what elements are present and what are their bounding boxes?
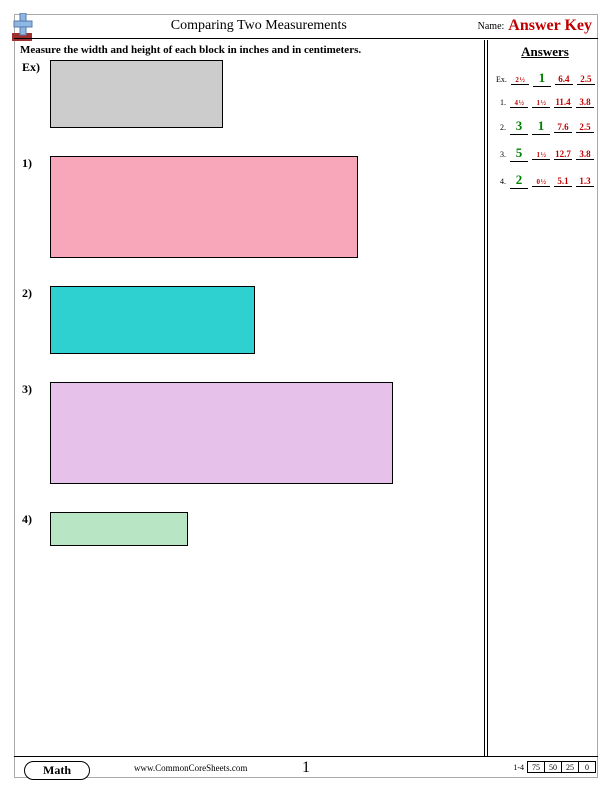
answer-value: 3 xyxy=(510,118,528,135)
logo-icon xyxy=(12,13,40,41)
answer-row: Ex. 2 ½ 1 6.4 2.5 xyxy=(496,70,594,87)
main-column: Measure the width and height of each blo… xyxy=(14,40,482,756)
answer-row: 3. 5 1 ½ 12.7 3.8 xyxy=(496,145,594,162)
answer-value: 5.1 xyxy=(554,176,572,187)
problem: 2) xyxy=(18,286,478,354)
footer-range: 1-4 xyxy=(513,763,524,772)
answer-row: 4. 2 0 ½ 5.1 1.3 xyxy=(496,172,594,189)
measurement-block xyxy=(50,60,223,128)
problem: 4) xyxy=(18,512,478,546)
answer-value: 1 ½ xyxy=(532,151,550,160)
answer-value: 6.4 xyxy=(555,74,573,85)
answer-row-number: 1. xyxy=(496,98,506,107)
header: Comparing Two Measurements Name: Answer … xyxy=(14,14,598,38)
problem-label: 3) xyxy=(22,382,32,397)
answer-value: 4 ½ xyxy=(510,99,528,108)
problem-label: 1) xyxy=(22,156,32,171)
answer-value: 1 xyxy=(532,118,550,135)
score-box: 25 xyxy=(561,761,579,773)
answer-row-number: Ex. xyxy=(496,75,507,84)
problem-label: 2) xyxy=(22,286,32,301)
problems-container: Ex) 1) 2) 3) 4) xyxy=(18,60,478,546)
answer-value: 3.8 xyxy=(576,97,594,108)
problem: Ex) xyxy=(18,60,478,128)
measurement-block xyxy=(50,286,255,354)
answer-row-number: 4. xyxy=(496,177,506,186)
answer-value: 2 ½ xyxy=(511,76,529,85)
answer-value: 2 xyxy=(510,172,528,189)
name-label: Name: xyxy=(478,21,505,32)
problem: 1) xyxy=(18,156,478,258)
answer-value: 0 ½ xyxy=(532,178,550,187)
answer-value: 3.8 xyxy=(576,149,594,160)
answer-value: 12.7 xyxy=(554,149,572,160)
name-value: Answer Key xyxy=(508,17,592,35)
footer: Math www.CommonCoreSheets.com 1 1-4 7550… xyxy=(14,756,598,778)
answer-row: 2. 31 7.6 2.5 xyxy=(496,118,594,135)
answers-column: Answers Ex.2 ½16.42.51.4 ½1 ½11.43.82.31… xyxy=(492,40,598,756)
score-box: 75 xyxy=(527,761,545,773)
answers-container: Ex.2 ½16.42.51.4 ½1 ½11.43.82.317.62.53.… xyxy=(496,70,594,189)
score-box: 50 xyxy=(544,761,562,773)
answer-row: 1. 4 ½ 1 ½ 11.4 3.8 xyxy=(496,97,594,108)
header-underline xyxy=(14,38,598,39)
answer-value: 7.6 xyxy=(554,122,572,133)
answer-row-number: 2. xyxy=(496,123,506,132)
measurement-block xyxy=(50,156,358,258)
answers-title: Answers xyxy=(496,44,594,60)
footer-subject: Math xyxy=(24,761,90,780)
answer-value: 1 ½ xyxy=(532,99,550,108)
answer-value: 1.3 xyxy=(576,176,594,187)
worksheet-page: Comparing Two Measurements Name: Answer … xyxy=(0,0,612,792)
problem-label: 4) xyxy=(22,512,32,527)
page-title: Comparing Two Measurements xyxy=(40,18,478,34)
instructions: Measure the width and height of each blo… xyxy=(18,44,478,56)
measurement-block xyxy=(50,512,188,546)
measurement-block xyxy=(50,382,393,484)
answer-row-number: 3. xyxy=(496,150,506,159)
score-box: 0 xyxy=(578,761,596,773)
answer-value: 5 xyxy=(510,145,528,162)
column-separator xyxy=(484,40,488,756)
footer-scores: 1-4 7550250 xyxy=(513,761,596,773)
answer-value: 2.5 xyxy=(576,122,594,133)
problem: 3) xyxy=(18,382,478,484)
answer-value: 2.5 xyxy=(577,74,595,85)
answer-value: 11.4 xyxy=(554,97,572,108)
footer-site: www.CommonCoreSheets.com xyxy=(134,763,247,773)
answer-value: 1 xyxy=(533,70,551,87)
footer-page-number: 1 xyxy=(302,759,310,777)
problem-label: Ex) xyxy=(22,60,40,75)
